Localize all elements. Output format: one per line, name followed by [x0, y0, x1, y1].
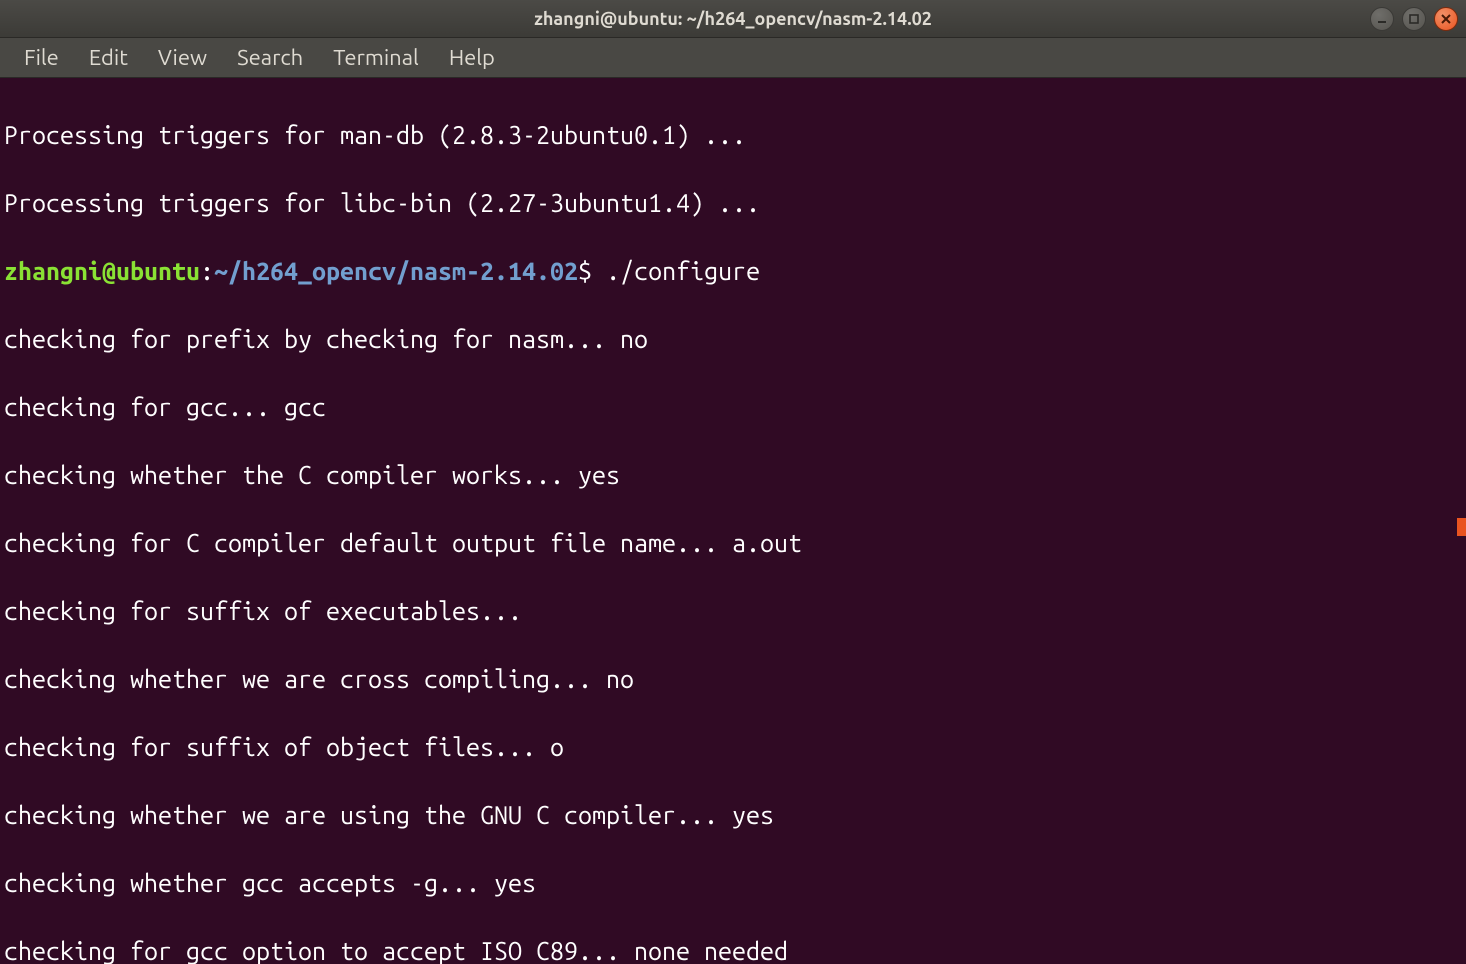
- output-line: checking whether we are cross compiling.…: [4, 662, 1462, 696]
- output-line: Processing triggers for man-db (2.8.3-2u…: [4, 118, 1462, 152]
- minimize-button[interactable]: [1370, 7, 1394, 31]
- output-line: checking whether we are using the GNU C …: [4, 798, 1462, 832]
- menu-file[interactable]: File: [10, 41, 73, 74]
- menu-terminal[interactable]: Terminal: [319, 41, 433, 74]
- close-icon: [1440, 13, 1452, 25]
- output-line: checking for suffix of executables...: [4, 594, 1462, 628]
- close-button[interactable]: [1434, 7, 1458, 31]
- output-line: checking for suffix of object files... o: [4, 730, 1462, 764]
- output-line: checking whether the C compiler works...…: [4, 458, 1462, 492]
- menu-view[interactable]: View: [144, 41, 221, 74]
- prompt-line: zhangni@ubuntu:~/h264_opencv/nasm-2.14.0…: [4, 254, 1462, 288]
- terminal-output[interactable]: Processing triggers for man-db (2.8.3-2u…: [0, 78, 1466, 964]
- prompt-command: ./configure: [606, 257, 760, 285]
- menubar: File Edit View Search Terminal Help: [0, 38, 1466, 78]
- maximize-icon: [1408, 13, 1420, 25]
- output-line: checking for gcc option to accept ISO C8…: [4, 934, 1462, 964]
- prompt-dollar: $: [578, 257, 606, 285]
- output-line: checking whether gcc accepts -g... yes: [4, 866, 1462, 900]
- output-line: checking for prefix by checking for nasm…: [4, 322, 1462, 356]
- maximize-button[interactable]: [1402, 7, 1426, 31]
- window-controls: [1370, 7, 1458, 31]
- output-line: checking for C compiler default output f…: [4, 526, 1462, 560]
- output-line: checking for gcc... gcc: [4, 390, 1462, 424]
- minimize-icon: [1376, 13, 1388, 25]
- scrollbar-thumb[interactable]: [1457, 518, 1466, 536]
- output-line: Processing triggers for libc-bin (2.27-3…: [4, 186, 1462, 220]
- window-title: zhangni@ubuntu: ~/h264_opencv/nasm-2.14.…: [534, 9, 932, 29]
- menu-help[interactable]: Help: [435, 41, 509, 74]
- prompt-userhost: zhangni@ubuntu: [4, 257, 200, 285]
- prompt-path: ~/h264_opencv/nasm-2.14.02: [214, 257, 578, 285]
- window-titlebar: zhangni@ubuntu: ~/h264_opencv/nasm-2.14.…: [0, 0, 1466, 38]
- menu-search[interactable]: Search: [223, 41, 317, 74]
- prompt-colon: :: [200, 257, 214, 285]
- menu-edit[interactable]: Edit: [75, 41, 142, 74]
